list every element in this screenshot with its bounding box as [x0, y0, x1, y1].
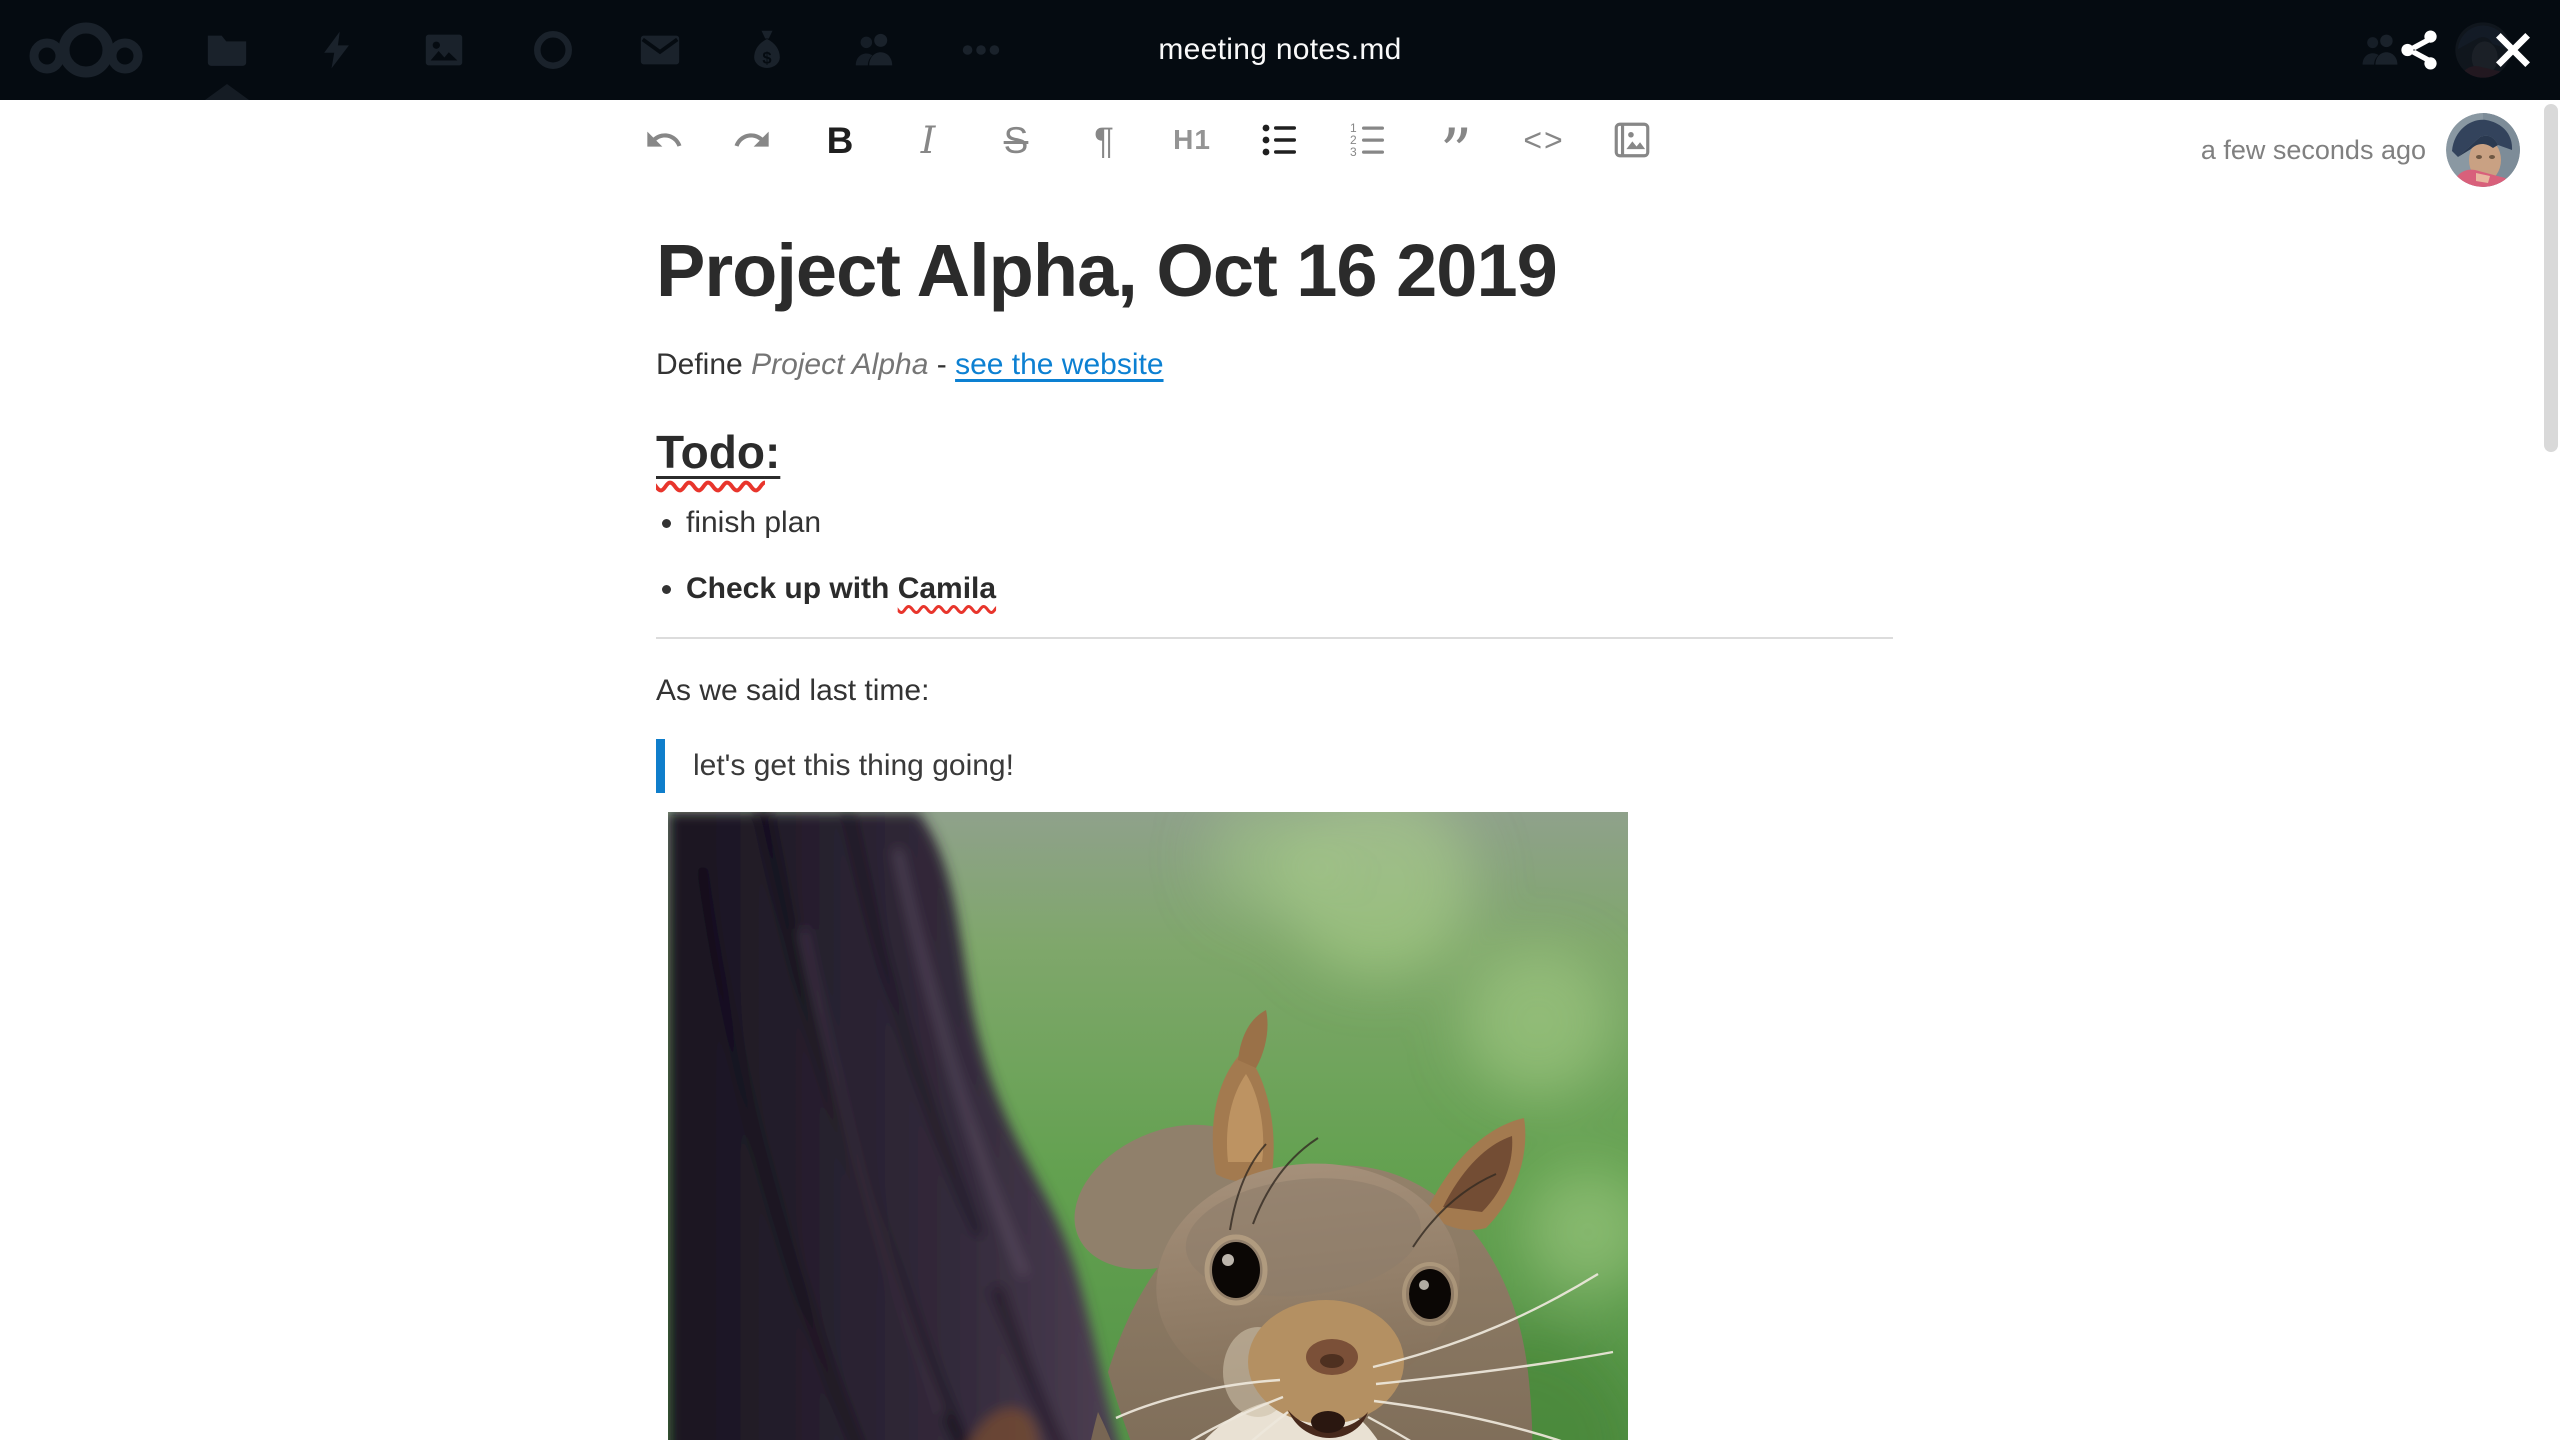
italic-icon: I [920, 118, 936, 162]
doc-heading-1: Project Alpha, Oct 16 2019 [656, 229, 1558, 312]
session-info: a few seconds ago [2201, 113, 2520, 187]
insert-image-icon [1614, 122, 1650, 158]
list-item: Check up with Camila [686, 567, 1893, 611]
intro-paragraph: Define Project Alpha - see the website [656, 343, 1893, 387]
viewer-title: meeting notes.md [1158, 33, 1402, 66]
share-button[interactable] [2394, 0, 2444, 100]
paragraph-icon: ¶ [1094, 119, 1114, 161]
last-edited-label: a few seconds ago [2200, 134, 2426, 165]
strikethrough-button[interactable]: S [988, 108, 1044, 172]
undo-button[interactable] [636, 108, 692, 172]
code-icon: <> [1523, 122, 1565, 158]
blockquote-button[interactable]: ” [1428, 108, 1484, 191]
bold-icon: B [826, 119, 854, 161]
blockquote: let's get this thing going! [656, 739, 1893, 793]
heading1-button[interactable]: H1 [1164, 108, 1220, 172]
heading1-icon: H1 [1173, 124, 1211, 155]
insert-image-button[interactable] [1604, 108, 1660, 172]
ordered-list-button[interactable]: 123 [1340, 108, 1396, 172]
misspelled-word: Camila [897, 572, 997, 605]
list-item: finish plan [686, 501, 1893, 545]
bullet-list-button[interactable] [1252, 108, 1308, 172]
scrollbar-thumb[interactable] [2544, 104, 2558, 452]
redo-button[interactable] [724, 108, 780, 172]
italic-button[interactable]: I [900, 108, 956, 172]
close-button[interactable] [2488, 0, 2538, 100]
intro-emphasis: Project Alpha [751, 348, 929, 381]
todo-word: Todo [656, 426, 765, 478]
intro-prefix: Define [656, 348, 752, 381]
bold-button[interactable]: B [812, 108, 868, 172]
paragraph-button[interactable]: ¶ [1076, 108, 1132, 172]
embedded-image[interactable] [668, 812, 1628, 1440]
svg-text:3: 3 [1350, 145, 1357, 159]
nextcloud-text-viewer: $ meeting notes.md B I S ¶ H1 1 2 3 ” <>… [0, 0, 2560, 1440]
editor-area: B I S ¶ H1 123 ” <> a few seconds ago Pr… [0, 100, 2560, 1440]
todo-colon: : [764, 426, 781, 478]
blockquote-icon: ” [1439, 116, 1473, 191]
website-link[interactable]: see the website [955, 348, 1163, 381]
intro-separator: - [928, 348, 956, 381]
body-paragraph: As we said last time: [656, 674, 930, 707]
editor-toolbar: B I S ¶ H1 123 ” <> [636, 108, 1660, 191]
ordered-list-icon: 123 [1350, 121, 1384, 159]
document-editor[interactable]: Project Alpha, Oct 16 2019 Define Projec… [656, 225, 1893, 1440]
strikethrough-icon: S [1003, 119, 1029, 161]
todo-list: finish plan Check up with Camila [656, 501, 1893, 611]
code-button[interactable]: <> [1516, 108, 1572, 172]
todo-heading: Todo: [656, 423, 1893, 481]
squirrel-photo [668, 812, 1628, 1440]
horizontal-rule [656, 637, 1893, 639]
bullet-list-icon [1262, 124, 1296, 156]
top-bar: $ meeting notes.md [0, 0, 2560, 100]
session-avatar [2446, 113, 2520, 187]
